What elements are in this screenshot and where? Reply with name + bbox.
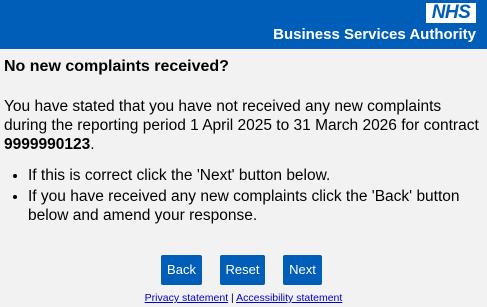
footer-separator: | (228, 292, 237, 304)
back-button[interactable]: Back (161, 255, 202, 285)
page-title: No new complaints received? (4, 58, 229, 75)
statement-end: . (90, 136, 95, 153)
organisation-name: Business Services Authority (273, 26, 476, 43)
accessibility-statement-link[interactable]: Accessibility statement (236, 292, 342, 304)
reset-button[interactable]: Reset (220, 255, 265, 285)
instructions-list: If this is correct click the 'Next' butt… (4, 166, 484, 227)
nhs-logo: NHS (426, 3, 476, 23)
privacy-statement-link[interactable]: Privacy statement (145, 292, 228, 304)
statement-body: You have stated that you have not receiv… (4, 98, 479, 134)
instruction-item: If this is correct click the 'Next' butt… (28, 166, 484, 185)
statement-text: You have stated that you have not receiv… (4, 97, 484, 154)
next-button[interactable]: Next (283, 255, 322, 285)
instruction-item: If you have received any new complaints … (28, 187, 484, 225)
contract-number: 9999990123 (4, 136, 91, 153)
footer: Privacy statement | Accessibility statem… (0, 292, 487, 304)
button-bar: Back Reset Next (0, 255, 487, 285)
page-header: NHS Business Services Authority (0, 0, 487, 49)
